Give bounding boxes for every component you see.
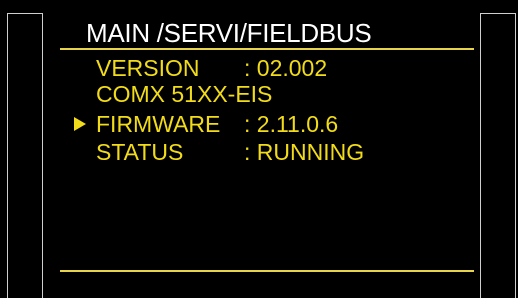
triangle-right-icon: [74, 117, 86, 131]
menu-row-firmware[interactable]: FIRMWARE : 2.11.0.6: [96, 112, 338, 136]
right-bezel-frame: [480, 13, 516, 298]
version-value: : 02.002: [244, 55, 328, 81]
status-value: : RUNNING: [244, 139, 365, 165]
page-title: MAIN /SERVI/FIELDBUS: [86, 18, 372, 48]
menu-row-status[interactable]: STATUS : RUNNING: [96, 140, 364, 164]
version-label: VERSION: [96, 55, 200, 81]
firmware-value: : 2.11.0.6: [244, 111, 339, 137]
firmware-label: FIRMWARE: [96, 111, 221, 137]
menu-row-device[interactable]: COMX 51XX-EIS: [96, 81, 273, 107]
status-label: STATUS: [96, 139, 184, 165]
left-bezel-frame: [7, 13, 43, 298]
footer-divider: [60, 270, 474, 272]
fieldbus-screen: MAIN /SERVI/FIELDBUS VERSION : 02.002 COM…: [60, 0, 474, 298]
title-divider: [60, 48, 474, 50]
device-label: COMX 51XX-EIS: [96, 81, 273, 107]
menu-row-version[interactable]: VERSION : 02.002: [96, 56, 327, 80]
